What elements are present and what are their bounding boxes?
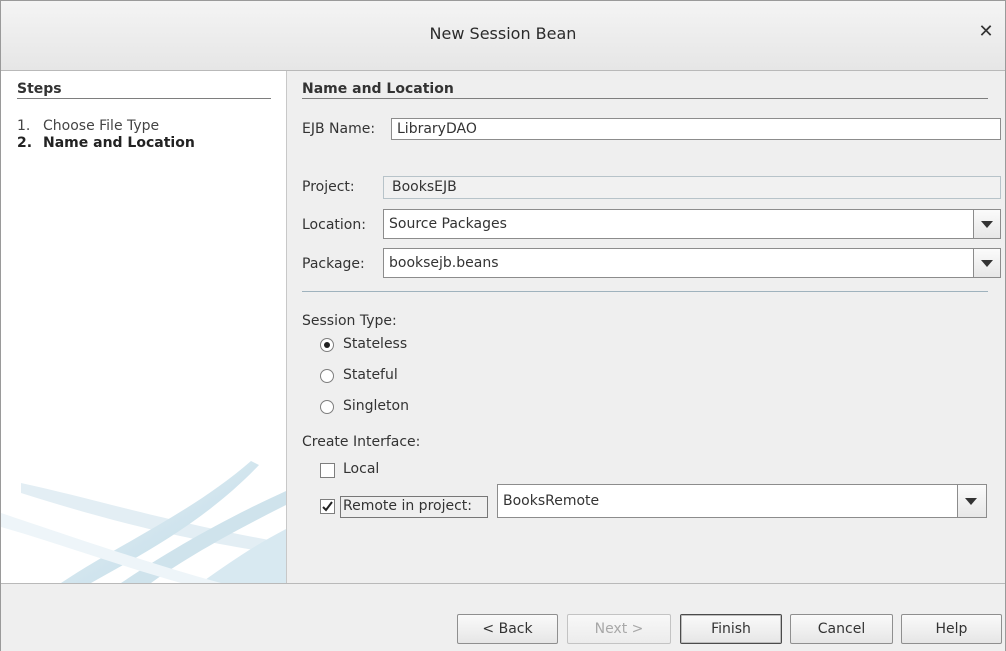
chevron-down-icon[interactable] [957,485,986,517]
package-value: booksejb.beans [389,255,499,271]
button-bar: < Back Next > Finish Cancel Help [1,583,1005,651]
help-button[interactable]: Help [901,614,1002,644]
stateful-radio[interactable] [320,369,334,383]
wizard-decoration-graphic [1,461,286,583]
create-interface-label: Create Interface: [302,434,421,450]
separator [302,291,988,292]
step-number: 2. [17,135,33,151]
steps-title: Steps [17,81,62,97]
remote-project-value: BooksRemote [503,493,600,509]
section-divider [302,98,988,99]
singleton-label[interactable]: Singleton [343,398,409,414]
remote-in-project-label[interactable]: Remote in project: [343,498,472,514]
local-label[interactable]: Local [343,461,379,477]
package-dropdown[interactable]: booksejb.beans [383,248,1001,278]
steps-panel: Steps 1. Choose File Type 2. Name and Loca… [1,71,286,583]
session-type-label: Session Type: [302,313,397,329]
package-label: Package: [302,256,365,272]
step-name-and-location: 2. Name and Location [17,135,195,151]
location-value: Source Packages [389,216,507,232]
back-button[interactable]: < Back [457,614,558,644]
chevron-down-icon[interactable] [973,249,1000,277]
location-label: Location: [302,217,366,233]
finish-button[interactable]: Finish [680,614,782,644]
name-and-location-panel: Name and Location EJB Name: LibraryDAO P… [287,71,1005,583]
location-dropdown[interactable]: Source Packages [383,209,1001,239]
chevron-down-icon[interactable] [973,210,1000,238]
ejb-name-label: EJB Name: [302,121,376,137]
step-label: Choose File Type [43,118,160,134]
step-label: Name and Location [43,135,195,151]
stateless-radio[interactable] [320,338,334,352]
new-session-bean-dialog: New Session Bean ✕ Steps 1. Choose File T… [0,0,1006,651]
check-icon [322,501,333,512]
step-choose-file-type: 1. Choose File Type [17,118,159,134]
remote-project-dropdown[interactable]: BooksRemote [497,484,987,518]
step-number: 1. [17,118,31,134]
stateful-label[interactable]: Stateful [343,367,398,383]
window-title: New Session Bean [429,24,577,43]
singleton-radio[interactable] [320,400,334,414]
next-button[interactable]: Next > [567,614,671,644]
project-label: Project: [302,179,355,195]
ejb-name-input[interactable]: LibraryDAO [391,118,1001,140]
steps-divider [17,98,271,99]
remote-checkbox[interactable] [320,499,335,514]
cancel-button[interactable]: Cancel [790,614,893,644]
local-checkbox[interactable] [320,463,335,478]
section-title: Name and Location [302,81,454,97]
title-bar: New Session Bean ✕ [1,1,1005,71]
close-icon[interactable]: ✕ [975,21,997,43]
stateless-label[interactable]: Stateless [343,336,407,352]
project-field: BooksEJB [383,176,1001,199]
